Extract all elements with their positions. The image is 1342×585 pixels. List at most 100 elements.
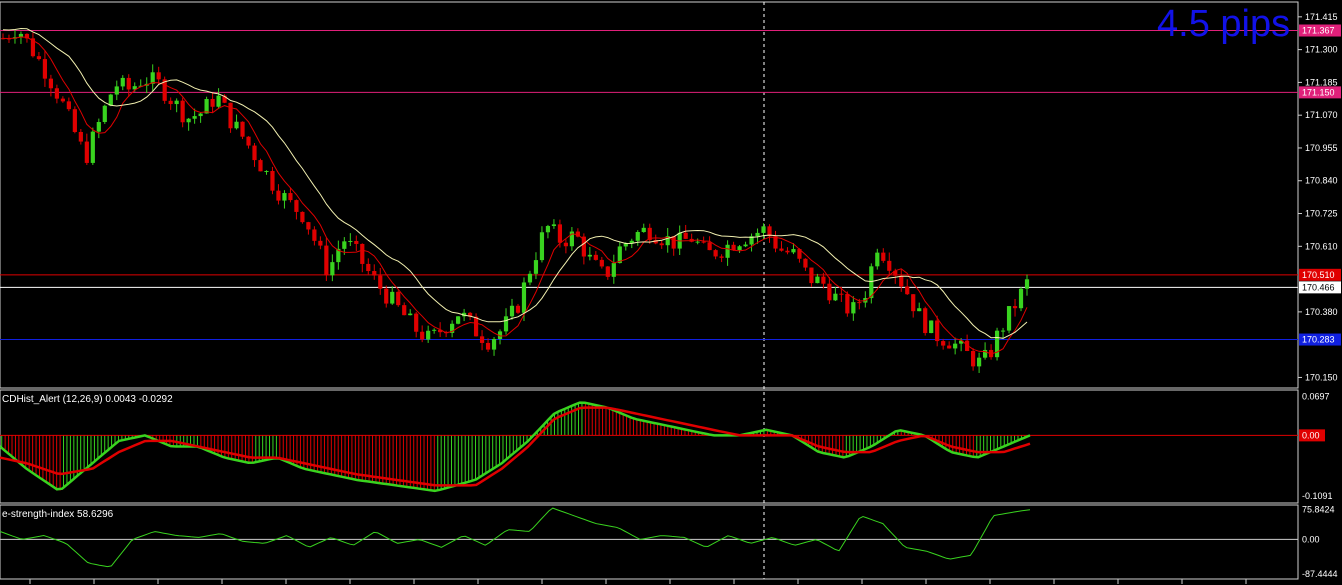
price-tag-label: 170.466 [1302, 282, 1335, 292]
candle-body [360, 243, 365, 264]
macd-indicator-label: CDHist_Alert (12,26,9) 0.0043 -0.0292 [2, 394, 173, 405]
candle-body [971, 350, 976, 367]
candle-body [761, 226, 766, 233]
candle-body [527, 273, 533, 283]
candle-body [240, 121, 245, 137]
candle-body [300, 211, 305, 223]
rsi-y-tick-label: 0.00 [1302, 534, 1320, 544]
candle-body [994, 330, 1000, 358]
candle-body [216, 95, 221, 107]
candle-body [743, 244, 748, 247]
macd-y-tick-label: 0.0697 [1302, 392, 1330, 402]
candle-body [791, 249, 796, 253]
candle-body [473, 316, 479, 337]
candle-body [156, 72, 161, 80]
candle-body [557, 224, 563, 243]
candle-body [420, 331, 425, 340]
candle-body [713, 250, 718, 257]
candle-body [294, 200, 299, 212]
candle-body [599, 259, 604, 267]
candle-body [384, 288, 389, 304]
candle-body [821, 276, 826, 284]
candle-body [719, 256, 724, 258]
candle-body [491, 338, 497, 350]
candle-body [174, 100, 179, 105]
candle-body [845, 294, 850, 314]
candle-body [264, 170, 269, 172]
candle-body [623, 243, 628, 247]
candle-body [683, 232, 688, 239]
candle-body [234, 121, 239, 129]
candle-body [533, 260, 539, 274]
candle-body [521, 282, 527, 313]
candle-body [228, 102, 233, 129]
candle-body [917, 308, 922, 312]
candle-body [785, 250, 790, 253]
candle-body [755, 232, 760, 237]
candle-body [809, 267, 814, 284]
candle-body [857, 302, 862, 304]
candle-body [905, 286, 910, 295]
candle-body [851, 302, 856, 314]
price-y-tick-label: 171.185 [1305, 77, 1338, 87]
candle-body [270, 170, 275, 191]
candle-body [48, 78, 53, 89]
candle-body [354, 240, 359, 244]
candle-body [276, 190, 281, 201]
candle-body [635, 232, 640, 241]
candle-body [258, 160, 263, 172]
candle-body [509, 305, 515, 317]
candle-body [833, 293, 838, 301]
candle-body [288, 193, 293, 201]
candle-body [503, 316, 509, 332]
candle-body [54, 88, 59, 99]
price-tag-label: 171.150 [1302, 87, 1335, 97]
candle-body [485, 342, 491, 350]
candle-body [318, 240, 323, 246]
candle-body [402, 305, 407, 316]
macd-y-tick-label: -0.1091 [1302, 491, 1333, 501]
candle-body [324, 245, 329, 276]
candle-body [330, 262, 335, 276]
candle-body [192, 116, 197, 119]
candle-body [515, 305, 521, 313]
candle-body [84, 141, 89, 163]
candle-body [210, 98, 215, 107]
candle-body [929, 320, 934, 334]
candle-body [935, 320, 940, 342]
candle-body [114, 86, 119, 95]
candle-body [414, 313, 419, 332]
price-y-tick-label: 171.300 [1305, 45, 1338, 55]
candle-body [252, 145, 257, 161]
candle-body [96, 122, 101, 132]
candle-body [60, 98, 65, 102]
pips-label: 4.5 pips [1157, 3, 1290, 45]
candle-body [456, 316, 461, 324]
candle-body [198, 113, 203, 117]
candle-body [671, 236, 676, 249]
price-tag-label: 170.510 [1302, 270, 1335, 280]
candle-body [899, 275, 904, 287]
candle-body [641, 227, 646, 233]
candle-body [869, 266, 874, 299]
candle-body [659, 243, 664, 246]
candle-body [701, 241, 706, 243]
candle-body [731, 244, 736, 251]
trading-chart[interactable]: 171.415 171.300 171.185 171.070 170.955 170.8… [0, 0, 1342, 585]
candle-body [1018, 288, 1024, 309]
candle-body [432, 329, 437, 331]
price-tag-label: 170.283 [1302, 335, 1335, 345]
candle-body [408, 313, 413, 316]
rsi-y-tick-label: -87.4444 [1302, 569, 1338, 579]
price-y-tick-label: 170.380 [1305, 307, 1338, 317]
candle-body [390, 291, 395, 304]
candle-body [90, 131, 95, 163]
candle-body [479, 336, 485, 343]
candle-body [611, 263, 616, 277]
candle-body [78, 131, 83, 142]
candle-body [545, 226, 551, 233]
candle-body [1000, 330, 1006, 332]
candle-body [887, 260, 892, 271]
rsi-y-tick-label: 75.8424 [1302, 504, 1335, 514]
candle-body [42, 59, 48, 79]
